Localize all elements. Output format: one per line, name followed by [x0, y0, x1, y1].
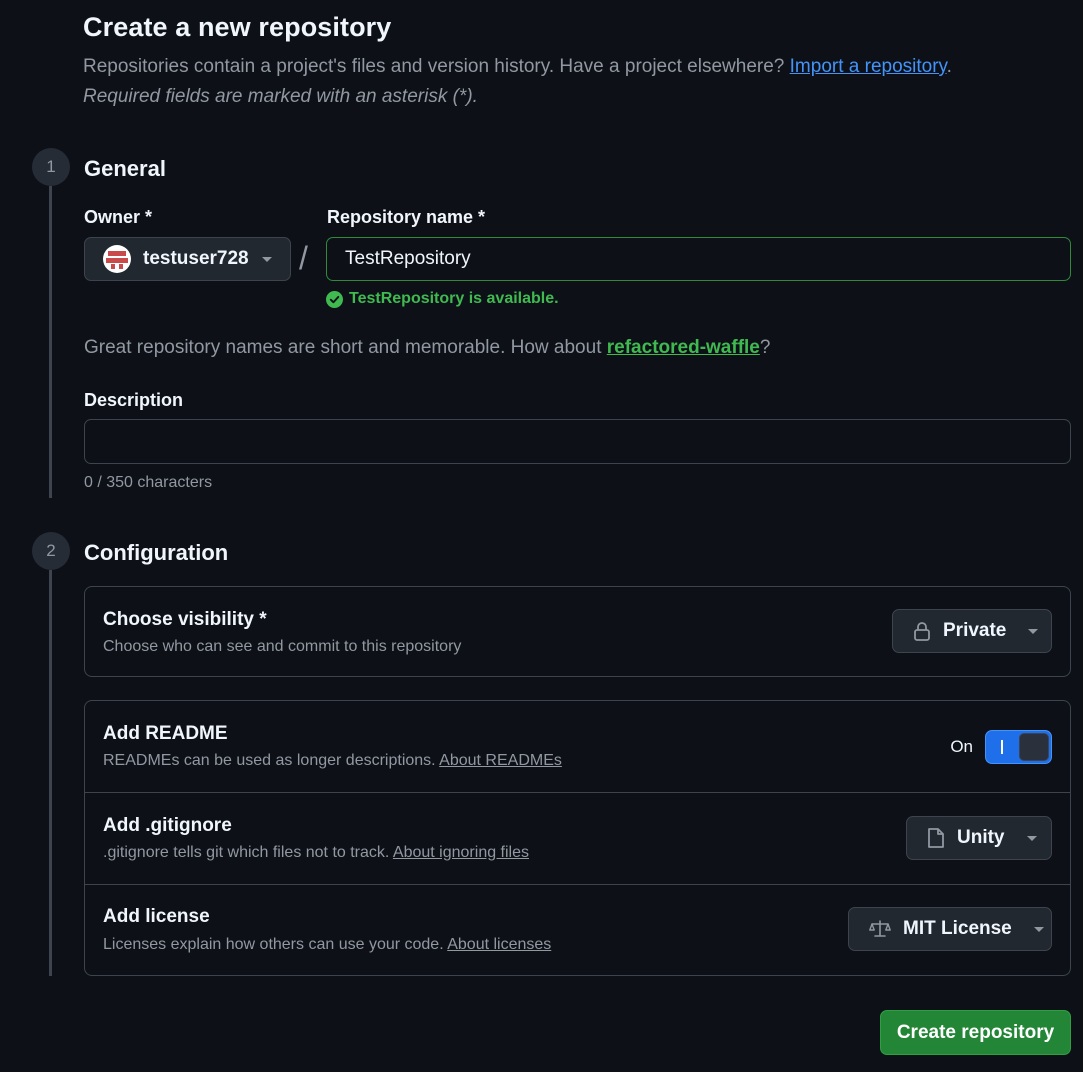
suggestion-end: ?: [759, 337, 771, 358]
name-suggestion: Great repository names are short and mem…: [84, 337, 770, 359]
intro-text: Repositories contain a project's files a…: [83, 56, 952, 78]
description-label: Description: [84, 390, 184, 410]
description-input[interactable]: [84, 419, 1071, 464]
visibility-title: Choose visibility *: [103, 609, 267, 630]
page-title: Create a new repository: [83, 12, 392, 42]
gitignore-value: Unity: [957, 827, 1005, 848]
readme-subtitle-text: READMEs can be used as longer descriptio…: [103, 752, 436, 769]
visibility-select[interactable]: Private: [892, 609, 1052, 653]
gitignore-select[interactable]: Unity: [906, 816, 1052, 860]
readme-toggle[interactable]: [985, 730, 1052, 764]
license-subtitle: Licenses explain how others can use your…: [103, 936, 551, 954]
avatar: [103, 245, 131, 273]
step-connector-2: [49, 570, 52, 976]
repository-name-input[interactable]: [326, 237, 1071, 281]
gitignore-subtitle-text: .gitignore tells git which files not to …: [103, 844, 390, 861]
readme-row: Add README READMEs can be used as longer…: [85, 701, 1070, 792]
law-icon: [869, 920, 891, 937]
description-char-count: 0 / 350 characters: [84, 474, 213, 491]
chevron-down-icon: [1028, 628, 1039, 634]
license-title: Add license: [103, 906, 210, 927]
readme-toggle-group: On: [950, 730, 1052, 764]
owner-label: Owner *: [84, 207, 153, 227]
chevron-down-icon: [1033, 926, 1044, 932]
gitignore-subtitle: .gitignore tells git which files not to …: [103, 844, 529, 862]
visibility-value: Private: [943, 620, 1007, 641]
owner-name: testuser728: [143, 248, 249, 269]
readme-title: Add README: [103, 723, 228, 744]
about-licenses-link[interactable]: About licenses: [447, 936, 551, 953]
license-subtitle-text: Licenses explain how others can use your…: [103, 936, 444, 953]
check-circle-icon: [326, 290, 343, 308]
visibility-card: Choose visibility * Choose who can see a…: [84, 586, 1071, 677]
availability-text: TestRepository is available.: [349, 290, 559, 307]
step-1-badge: 1: [32, 148, 70, 186]
import-repository-link[interactable]: Import a repository: [790, 56, 947, 77]
required-fields-note: Required fields are marked with an aster…: [83, 86, 478, 107]
lock-icon: [914, 622, 930, 641]
suggested-name-link[interactable]: refactored-waffle: [607, 337, 760, 358]
owner-select[interactable]: testuser728: [84, 237, 291, 281]
about-readmes-link[interactable]: About READMEs: [439, 752, 562, 769]
intro-description: Repositories contain a project's files a…: [83, 56, 785, 77]
initialization-options-card: Add README READMEs can be used as longer…: [84, 700, 1071, 976]
gitignore-title: Add .gitignore: [103, 815, 232, 836]
gitignore-row: Add .gitignore .gitignore tells git whic…: [85, 792, 1070, 884]
availability-message: TestRepository is available.: [326, 290, 559, 308]
visibility-subtitle: Choose who can see and commit to this re…: [103, 638, 462, 655]
license-row: Add license Licenses explain how others …: [85, 884, 1070, 975]
create-repository-button[interactable]: Create repository: [880, 1010, 1071, 1055]
readme-subtitle: READMEs can be used as longer descriptio…: [103, 752, 562, 770]
suggestion-text: Great repository names are short and mem…: [84, 337, 602, 358]
toggle-knob: [1019, 733, 1049, 761]
section-title-general: General: [84, 156, 166, 181]
readme-toggle-label: On: [950, 737, 973, 756]
toggle-on-mark: [1001, 740, 1003, 754]
owner-repo-separator: /: [299, 240, 308, 276]
chevron-down-icon: [1026, 835, 1037, 841]
file-icon: [928, 828, 944, 848]
license-select[interactable]: MIT License: [848, 907, 1052, 951]
chevron-down-icon: [262, 256, 272, 262]
step-2-badge: 2: [32, 532, 70, 570]
section-title-configuration: Configuration: [84, 540, 229, 565]
intro-period: .: [946, 56, 952, 77]
license-value: MIT License: [903, 918, 1012, 939]
step-connector-1: [49, 186, 52, 498]
about-ignoring-files-link[interactable]: About ignoring files: [393, 844, 529, 861]
repository-name-label: Repository name *: [327, 207, 486, 227]
